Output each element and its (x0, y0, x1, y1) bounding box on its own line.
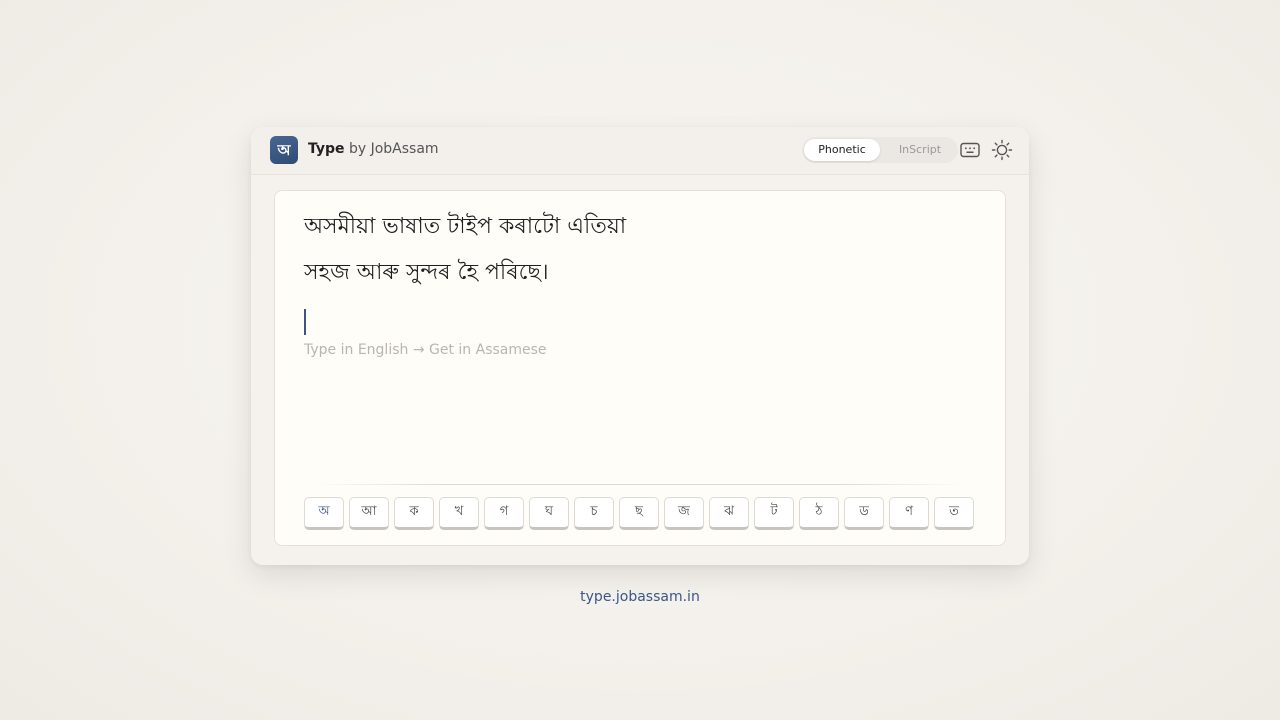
key-gha[interactable]: ঘ (529, 497, 569, 530)
app-header: অ Type by JobAssam Phonetic InScript (251, 127, 1029, 175)
key-ca[interactable]: চ (574, 497, 614, 530)
key-aa[interactable]: আ (349, 497, 389, 530)
key-cha[interactable]: ছ (619, 497, 659, 530)
key-kha[interactable]: খ (439, 497, 479, 530)
key-dda[interactable]: ড (844, 497, 884, 530)
key-tta[interactable]: ট (754, 497, 794, 530)
theme-toggle-button[interactable] (990, 138, 1014, 162)
brand-byline: by JobAssam (344, 141, 439, 157)
keyboard-toggle-button[interactable] (958, 138, 982, 162)
sun-icon (991, 139, 1013, 161)
key-ga[interactable]: গ (484, 497, 524, 530)
editor-line-1: অসমীয়া ভাষাত টাইপ কৰাটো এতিয়া (304, 214, 627, 239)
brand-name: Type (308, 141, 345, 157)
mode-phonetic-button[interactable]: Phonetic (804, 139, 880, 161)
key-ttha[interactable]: ঠ (799, 497, 839, 530)
app-brand: Type by JobAssam (308, 141, 439, 157)
key-ja[interactable]: জ (664, 497, 704, 530)
keyboard-icon (960, 142, 980, 158)
keyboard-divider (315, 484, 965, 485)
text-editor[interactable]: অসমীয়া ভাষাত টাইপ কৰাটো এতিয়া সহজ আৰু … (274, 190, 1006, 546)
input-mode-toggle: Phonetic InScript (802, 137, 958, 163)
letter-keys-row: অ আ ক খ গ ঘ চ ছ জ ঝ ট ঠ ড ণ ত (304, 497, 979, 530)
text-cursor (304, 309, 306, 335)
footer: type.jobassam.in (0, 589, 1280, 605)
app-logo: অ (270, 136, 298, 164)
key-jha[interactable]: ঝ (709, 497, 749, 530)
key-ta[interactable]: ত (934, 497, 974, 530)
key-nna[interactable]: ণ (889, 497, 929, 530)
editor-line-2: সহজ আৰু সুন্দৰ হৈ পৰিছে। (304, 260, 549, 285)
site-link[interactable]: type.jobassam.in (580, 589, 700, 605)
key-a[interactable]: অ (304, 497, 344, 530)
mode-inscript-button[interactable]: InScript (882, 139, 958, 161)
app-window: অ Type by JobAssam Phonetic InScript অসম… (251, 127, 1029, 565)
editor-placeholder: Type in English → Get in Assamese (304, 342, 547, 358)
key-ka[interactable]: ক (394, 497, 434, 530)
